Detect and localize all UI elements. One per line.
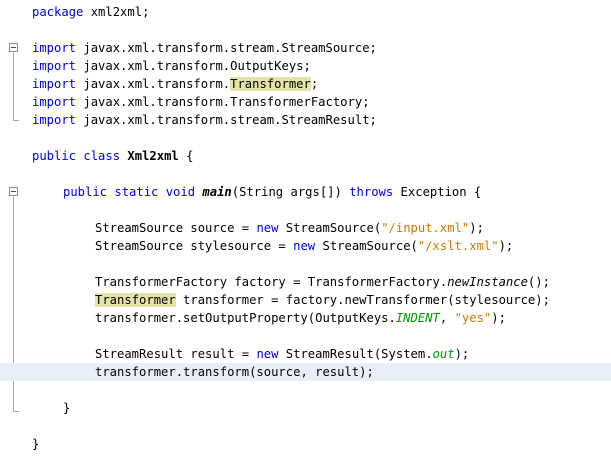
code-line: StreamSource stylesource = new StreamSou… (0, 237, 611, 255)
static-field: INDENT (395, 311, 440, 325)
keyword: new (293, 239, 316, 253)
code-text: transformer.setOutputProperty(OutputKeys… (95, 311, 396, 325)
class-name: Xml2xml (127, 149, 179, 163)
code-text: (); (527, 275, 550, 289)
code-text: javax.xml.transform.TransformerFactory; (76, 95, 370, 109)
code-line: import javax.xml.transform.OutputKeys; (0, 57, 611, 75)
code-text: javax.xml.transform. (76, 77, 231, 91)
code-line: Transformer transformer = factory.newTra… (0, 291, 611, 309)
code-text: TransformerFactory factory = Transformer… (95, 275, 448, 289)
code-text: ); (454, 347, 470, 361)
keyword: import (32, 41, 77, 55)
code-line: import javax.xml.transform.Transformer; (0, 75, 611, 93)
static-method: newInstance (447, 275, 528, 289)
keyword: throws (349, 185, 394, 199)
code-text: javax.xml.transform.stream.StreamSource; (76, 41, 377, 55)
code-text: ); (469, 221, 484, 235)
code-text: { (178, 149, 194, 163)
code-line: import javax.xml.transform.stream.Stream… (0, 111, 611, 129)
highlighted-occurrence: Transformer (95, 293, 176, 307)
code-text: StreamResult result = (95, 347, 257, 361)
code-text: javax.xml.transform.OutputKeys; (76, 59, 311, 73)
string-literal: "yes" (454, 311, 492, 325)
code-text: StreamSource stylesource = (95, 239, 294, 253)
code-text: ; (310, 77, 319, 91)
code-line: public static void main(String args[]) t… (0, 183, 611, 201)
code-line: public class Xml2xml { (0, 147, 611, 165)
code-line: } (0, 399, 611, 417)
keyword: import (32, 113, 77, 127)
static-field: out (432, 347, 455, 361)
code-text: , (439, 311, 455, 325)
code-text: transformer = factory.newTransformer(sty… (175, 293, 550, 307)
code-text: ); (498, 239, 514, 253)
code-line: package xml2xml; (0, 3, 611, 21)
code-text: StreamSource( (315, 239, 418, 253)
code-text: javax.xml.transform.stream.StreamResult; (76, 113, 377, 127)
code-editor[interactable]: package xml2xml; import javax.xml.transf… (0, 0, 611, 462)
code-text: StreamResult(System. (278, 347, 433, 361)
code-line: import javax.xml.transform.TransformerFa… (0, 93, 611, 111)
code-line: transformer.setOutputProperty(OutputKeys… (0, 309, 611, 327)
keyword: public static void (63, 185, 196, 199)
code-text: xml2xml; (83, 5, 150, 19)
code-text: Exception { (393, 185, 482, 199)
keyword: new (256, 221, 279, 235)
code-text: (String args[]) (231, 185, 350, 199)
code-text: } (63, 401, 71, 415)
highlighted-occurrence: Transformer (230, 77, 311, 91)
code-area[interactable]: package xml2xml; import javax.xml.transf… (0, 0, 611, 462)
code-line: import javax.xml.transform.stream.Stream… (0, 39, 611, 57)
code-text: } (32, 437, 40, 451)
string-literal: "/xslt.xml" (417, 239, 499, 253)
keyword: package (32, 5, 84, 19)
keyword: new (256, 347, 279, 361)
code-text: StreamSource source = (95, 221, 257, 235)
code-text: ); (491, 311, 506, 325)
method-name: main (202, 185, 232, 199)
code-text: StreamSource( (278, 221, 382, 235)
code-line: StreamSource source = new StreamSource("… (0, 219, 611, 237)
keyword: import (32, 77, 77, 91)
keyword: public class (32, 149, 121, 163)
keyword: import (32, 95, 77, 109)
code-line: TransformerFactory factory = Transformer… (0, 273, 611, 291)
keyword: import (32, 59, 77, 73)
code-line: } (0, 435, 611, 453)
current-line: transformer.transform(source, result); (0, 363, 611, 381)
code-line: StreamResult result = new StreamResult(S… (0, 345, 611, 363)
string-literal: "/input.xml" (381, 221, 470, 235)
code-text: transformer.transform(source, result); (95, 365, 374, 379)
